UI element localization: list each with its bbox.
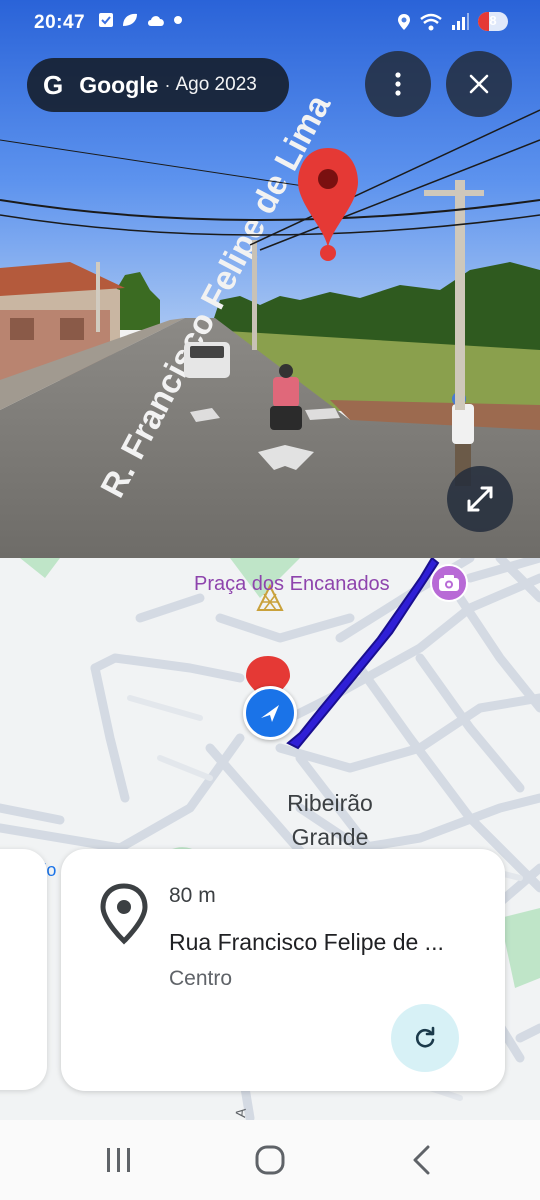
status-left-icons <box>98 12 183 28</box>
more-options-button[interactable] <box>365 51 431 117</box>
google-g-icon: G <box>43 69 64 100</box>
battery-icon: 8 <box>478 12 508 31</box>
close-button[interactable] <box>446 51 512 117</box>
more-vert-icon <box>395 72 401 96</box>
fullscreen-button[interactable] <box>447 466 513 532</box>
check-icon <box>99 13 113 27</box>
signal-icon <box>452 12 469 30</box>
dot-icon <box>174 16 182 24</box>
leaf-icon <box>123 13 137 26</box>
poi-label[interactable]: Praça dos Encanados <box>194 573 390 596</box>
status-bar: 20:47 8 <box>0 0 540 46</box>
location-icon <box>398 13 410 30</box>
street-view-panorama[interactable]: R. Francisco Felipe de Lima 20:47 8 G Go… <box>0 0 540 558</box>
imagery-date: Ago 2023 <box>175 74 257 95</box>
brand-name: Google <box>79 71 159 98</box>
camera-icon <box>439 575 459 591</box>
area-name: Centro <box>169 967 233 990</box>
battery-level-text: 8 <box>489 13 497 28</box>
expand-icon <box>467 486 493 512</box>
refresh-icon <box>415 1026 435 1048</box>
location-card[interactable]: 80 m Rua Francisco Felipe de ... Centro <box>61 849 505 1091</box>
refresh-button[interactable] <box>391 1004 459 1072</box>
home-icon <box>255 1145 285 1175</box>
distance-text: 80 m <box>169 884 216 907</box>
recent-apps-icon <box>107 1148 130 1172</box>
home-button[interactable] <box>245 1138 295 1182</box>
street-name: Rua Francisco Felipe de ... <box>169 929 444 955</box>
my-location-marker[interactable] <box>243 686 297 740</box>
navigation-arrow-icon <box>261 705 279 722</box>
place-pin-icon <box>100 883 148 945</box>
cloud-icon <box>148 16 164 26</box>
status-right-icons: 8 <box>397 12 508 31</box>
google-attribution-chip: G Google · Ago 2023 <box>27 58 289 112</box>
back-button[interactable] <box>396 1138 446 1182</box>
brand-separator: · <box>164 74 171 95</box>
screen: R. Francisco Felipe de Lima 20:47 8 G Go… <box>0 0 540 1200</box>
close-icon <box>469 74 489 94</box>
recent-apps-button[interactable] <box>94 1138 144 1182</box>
system-nav-bar <box>0 1120 540 1200</box>
back-icon <box>413 1145 430 1175</box>
town-label: Ribeirão Grande <box>270 786 390 854</box>
status-time: 20:47 <box>34 12 86 33</box>
town-label-line1: Ribeirão <box>287 790 373 816</box>
street-nav-arrow-right[interactable] <box>305 408 340 420</box>
poi-camera-marker[interactable] <box>430 564 468 602</box>
previous-location-card[interactable] <box>0 849 47 1090</box>
wifi-icon <box>420 13 442 30</box>
